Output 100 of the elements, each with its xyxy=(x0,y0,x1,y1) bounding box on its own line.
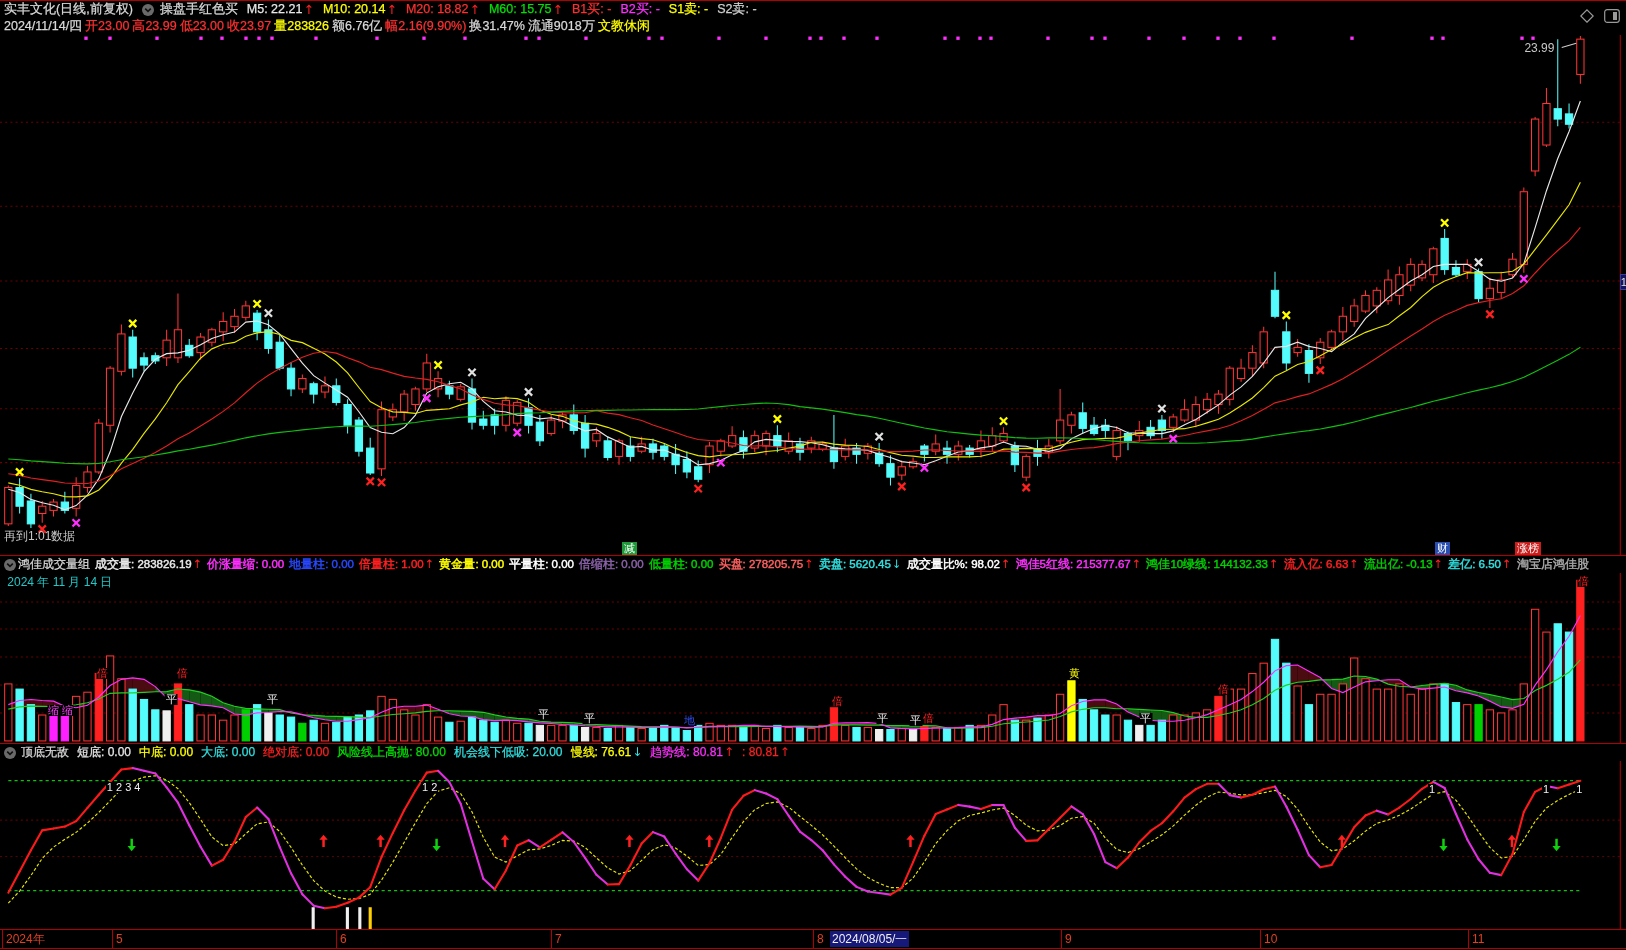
indicator-title: 鸿佳成交量组 xyxy=(18,557,90,572)
cross-marker-icon xyxy=(263,308,274,318)
indicator-reading: 地量柱: 0.00 xyxy=(289,557,354,572)
cross-marker-icon xyxy=(1157,403,1167,414)
up-arrow-icon xyxy=(376,834,385,848)
bar-mark: 倍 xyxy=(176,668,189,680)
up-arrow-icon xyxy=(1337,834,1346,848)
leader-line xyxy=(1561,42,1577,48)
diamond-icon[interactable] xyxy=(1580,8,1594,23)
quote-field: 收23.97 xyxy=(226,18,272,35)
event-badge: 减 xyxy=(622,541,638,555)
quote-field: 流通9018万 xyxy=(527,18,595,35)
cross-marker-icon xyxy=(14,467,25,477)
indicator-reading: 黄金量: 0.00 xyxy=(439,557,505,572)
indicator-reading: M10: 20.14↑ xyxy=(322,1,397,18)
bar-mark: 倍 xyxy=(96,668,110,680)
cross-marker-icon xyxy=(1315,365,1325,375)
indicator-reading: 中底: 0.00 xyxy=(139,744,194,761)
quote-field: 开23.00 xyxy=(85,18,130,35)
bar-mark: 平 xyxy=(1139,712,1153,724)
dropdown-icon[interactable] xyxy=(141,3,154,16)
indicator-reading: B2买: - xyxy=(620,1,660,18)
axis-label: 7 xyxy=(551,930,562,948)
cross-marker-icon xyxy=(467,367,477,378)
indicator-reading: 价涨量缩: 0.00 xyxy=(207,557,285,572)
cross-marker-icon xyxy=(874,431,884,442)
peak-label: 1 xyxy=(1427,783,1436,795)
peak-label: 1 xyxy=(1575,783,1584,795)
bar-mark: 倍 xyxy=(1577,576,1590,588)
axis-label: 2024年 xyxy=(2,930,45,948)
indicator-reading: M5: 22.21↑ xyxy=(246,1,314,18)
cross-marker-icon xyxy=(1485,309,1495,319)
cross-marker-icon xyxy=(365,476,375,487)
bar-mark: 平 xyxy=(164,694,178,706)
cross-marker-icon xyxy=(252,299,262,309)
chart-note: 再到1:01数据 xyxy=(4,530,76,543)
quote-field: 文教休闲 xyxy=(597,18,650,35)
cross-marker-icon xyxy=(71,518,81,528)
axis-price-label: 1 xyxy=(1619,273,1626,290)
quote-field: 量283826 xyxy=(274,18,329,35)
cross-marker-icon xyxy=(919,463,930,473)
cross-marker-icon xyxy=(127,318,138,329)
indicator-reading: M60: 15.75↑ xyxy=(488,1,563,18)
indicator-reading: 倍量柱: 1.00↑ xyxy=(358,556,435,573)
indicator-reading: 机会线下低吸: 20.00 xyxy=(453,744,563,761)
cross-marker-icon xyxy=(1021,482,1031,493)
axis-label: 10 xyxy=(1260,930,1278,948)
indicator-reading: 绝对底: 0.00 xyxy=(263,744,330,761)
quote-field: 高23.99 xyxy=(132,18,177,35)
up-arrow-icon xyxy=(1507,834,1517,848)
dropdown-icon[interactable] xyxy=(4,746,16,759)
indicator-reading: 风险线上高抛: 80.00 xyxy=(337,744,446,761)
indicator-reading: 鸿佳10绿线: 144132.33↑ xyxy=(1146,556,1279,573)
bar-mark: 倍 xyxy=(1217,683,1231,695)
bar-mark: 缩 xyxy=(60,704,74,716)
down-arrow-icon xyxy=(1552,838,1561,852)
axis-label: 9 xyxy=(1061,930,1072,948)
peak-label: 1 2 xyxy=(421,781,439,793)
cross-marker-icon xyxy=(716,457,726,468)
quote-field: 低23.00 xyxy=(179,18,224,35)
cross-marker-icon xyxy=(1168,434,1178,444)
bar-mark: 缩 xyxy=(47,704,61,716)
event-badge: 涨榜 xyxy=(1515,541,1541,555)
indicator-title: 顶底无敌 xyxy=(21,744,69,761)
quote-field: 2024/11/14/四 xyxy=(4,18,83,35)
quote-field: 换31.47% xyxy=(469,18,525,35)
down-arrow-icon xyxy=(1439,838,1448,852)
indicator-reading: 流出亿: -0.13↑ xyxy=(1364,556,1444,573)
signal-bar xyxy=(345,907,349,929)
indicator-reading: : 80.81↑ xyxy=(742,744,790,761)
panel-toggle-icon[interactable] xyxy=(1604,8,1620,23)
indicator-reading: M20: 18.82↑ xyxy=(405,1,480,18)
up-arrow-icon xyxy=(625,834,634,848)
bar-mark: 平 xyxy=(582,712,596,724)
cross-marker-icon xyxy=(1519,274,1529,284)
indicator-reading: 倍缩柱: 0.00 xyxy=(578,557,644,572)
price-high-label: 23.99 xyxy=(1524,42,1555,55)
axis-label: 11 xyxy=(1468,930,1485,948)
axis-label: 8 xyxy=(813,930,824,948)
cross-marker-icon xyxy=(1473,257,1484,268)
bar-mark: 地 xyxy=(683,715,697,726)
indicator-reading: 慢线: 76.61↓ xyxy=(570,744,643,761)
cross-marker-icon xyxy=(1439,218,1450,228)
bar-mark: 平 xyxy=(876,712,889,724)
signal-bar xyxy=(358,907,362,929)
indicator-reading: 大底: 0.00 xyxy=(201,744,256,761)
cross-marker-icon xyxy=(512,427,522,438)
indicator-reading: 鸿佳5红线: 215377.67↑ xyxy=(1015,556,1142,573)
dropdown-icon[interactable] xyxy=(4,558,16,571)
axis-label: 6 xyxy=(336,930,347,948)
cross-marker-icon xyxy=(433,360,443,370)
indicator-reading: S2卖: - xyxy=(717,1,757,18)
cursor-date-label: 2024/08/05/一 xyxy=(830,931,910,947)
indicator-name[interactable]: 操盘手红色买 xyxy=(159,1,238,18)
up-arrow-icon xyxy=(500,834,510,848)
indicator-reading: 低量柱: 0.00 xyxy=(648,557,714,572)
peak-label: 1 2 3 4 xyxy=(105,781,142,793)
bar-mark: 平 xyxy=(909,715,923,726)
cross-marker-icon xyxy=(998,416,1009,426)
indicator-reading: 趋势线: 80.81↑ xyxy=(650,744,735,761)
